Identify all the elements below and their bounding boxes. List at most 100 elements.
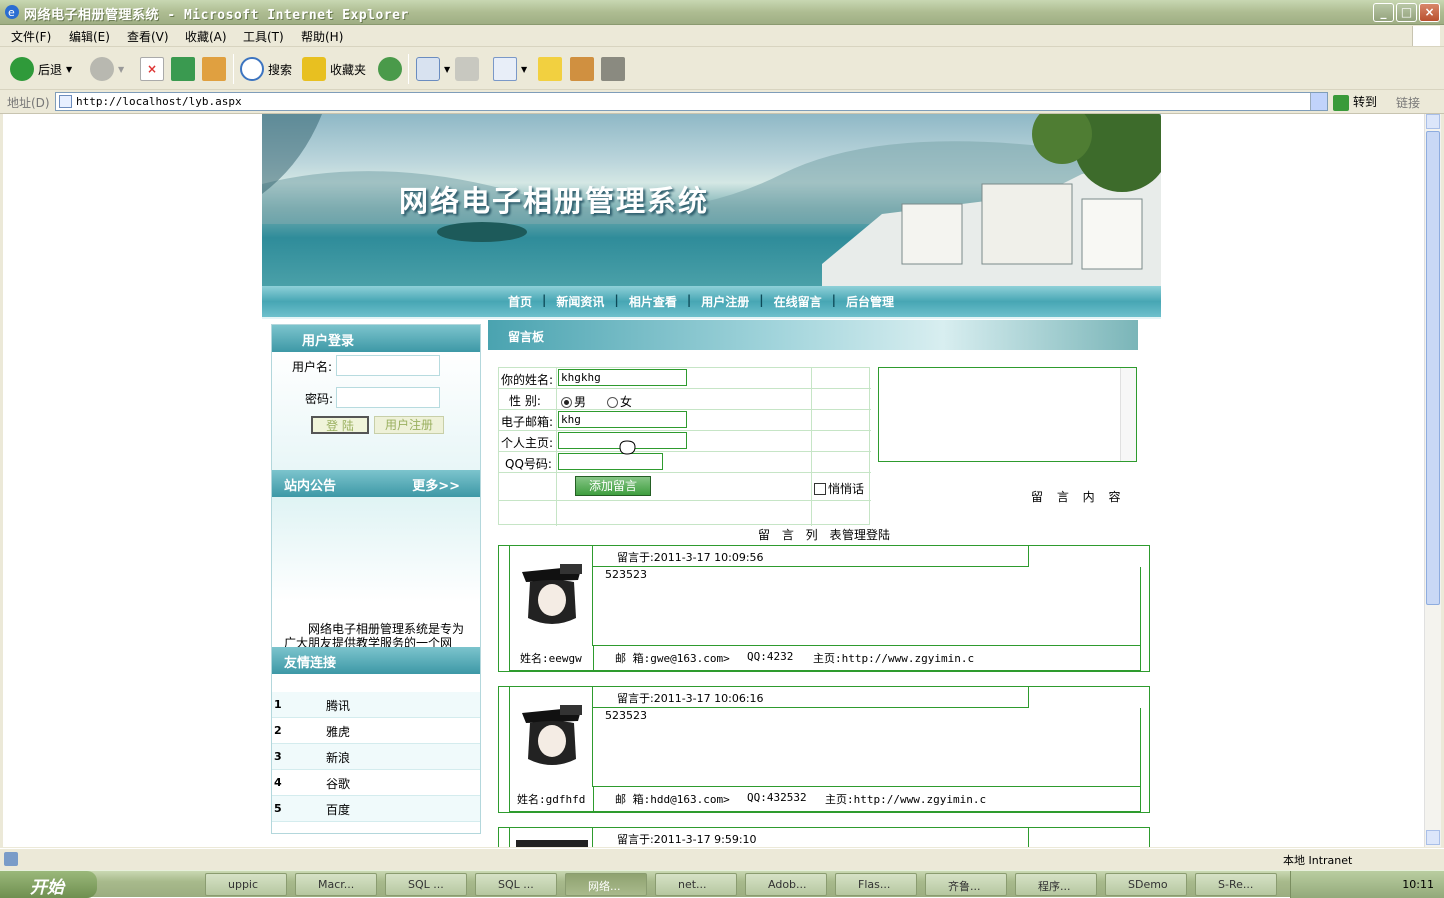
hand-cursor-icon	[619, 440, 636, 455]
print-button[interactable]	[455, 56, 479, 82]
word-icon	[493, 57, 517, 81]
checkbox-icon	[814, 483, 826, 495]
friendlinks-header: 友情连接	[272, 647, 480, 674]
title-bar[interactable]: e 网络电子相册管理系统 - Microsoft Internet Explor…	[0, 0, 1444, 25]
close-button[interactable]: ×	[1419, 3, 1440, 22]
login-button[interactable]: 登 陆	[311, 416, 369, 434]
site-banner: 网络电子相册管理系统	[262, 114, 1161, 286]
menu-view[interactable]: 查看(V)	[127, 28, 169, 45]
menu-favorites[interactable]: 收藏(A)	[185, 28, 227, 45]
task-button[interactable]: net...	[655, 873, 737, 896]
message-time: 留言于:2011-3-17 10:06:16	[617, 692, 764, 705]
male-radio[interactable]: 男	[561, 393, 586, 410]
stop-icon: ×	[140, 57, 164, 81]
list-item[interactable]: 3 新浪	[272, 744, 480, 770]
nav-home[interactable]: 首页	[498, 293, 542, 310]
nav-guestbook[interactable]: 在线留言	[764, 293, 832, 310]
task-button[interactable]: 齐鲁...	[925, 873, 1007, 896]
task-button[interactable]: SDemo	[1105, 873, 1187, 896]
menu-edit[interactable]: 编辑(E)	[69, 28, 110, 45]
message-email: 邮 箱:gwe@163.com>	[615, 652, 730, 665]
menu-file[interactable]: 文件(F)	[11, 28, 51, 45]
scroll-thumb[interactable]	[1426, 131, 1440, 605]
page-status-icon	[4, 852, 18, 866]
taskbar: 开始 uppic Macr... SQL ... SQL ... 网络... n…	[0, 870, 1444, 898]
add-message-button[interactable]: 添加留言	[575, 476, 651, 496]
task-button[interactable]: 程序...	[1015, 873, 1097, 896]
female-radio[interactable]: 女	[607, 393, 632, 410]
admin-login-link[interactable]: 管理登陆	[842, 526, 890, 543]
favorites-button[interactable]: 收藏夹	[302, 56, 366, 82]
links-button[interactable]: 链接	[1396, 94, 1420, 111]
message-homepage[interactable]: 主页:http://www.zgyimin.c	[813, 650, 974, 666]
content-label: 留 言 内 容	[1031, 490, 1126, 504]
name-input[interactable]: khgkhg	[558, 369, 687, 386]
nav-admin[interactable]: 后台管理	[836, 293, 904, 310]
avatar-image	[516, 558, 588, 630]
search-button[interactable]: 搜索	[240, 56, 292, 82]
register-button[interactable]: 用户注册	[374, 416, 444, 434]
scroll-up-icon[interactable]	[1426, 114, 1440, 129]
avatar	[509, 828, 593, 847]
start-button[interactable]: 开始	[0, 871, 97, 898]
go-button[interactable]: 转到	[1333, 93, 1377, 111]
list-item[interactable]: 5 百度	[272, 796, 480, 822]
messenger-button[interactable]	[601, 56, 625, 82]
history-button[interactable]	[378, 56, 402, 82]
scroll-down-icon[interactable]	[1426, 830, 1440, 845]
stop-button[interactable]: ×	[140, 56, 164, 82]
menu-help[interactable]: 帮助(H)	[301, 28, 343, 45]
list-item[interactable]: 1 腾讯	[272, 692, 480, 718]
message-time: 留言于:2011-3-17 9:59:10	[617, 833, 757, 846]
list-item[interactable]: 4 谷歌	[272, 770, 480, 796]
discuss-button[interactable]	[538, 56, 562, 82]
maximize-button[interactable]: □	[1396, 3, 1417, 22]
search-icon	[240, 57, 264, 81]
web-page: 网络电子相册管理系统 首页 | 新闻资讯 | 相片查看 | 用户注册 | 在线留言 | 后…	[262, 114, 1161, 847]
avatar	[509, 687, 593, 787]
textarea-scrollbar[interactable]	[1120, 368, 1136, 461]
nav-news[interactable]: 新闻资讯	[546, 293, 614, 310]
status-bar: 本地 Intranet	[0, 848, 1444, 870]
refresh-button[interactable]	[171, 56, 195, 82]
friendlinks-list: 1 腾讯 2 雅虎 3 新浪 4 谷歌 5 百度	[272, 692, 480, 822]
notice-header: 站内公告 更多>>	[272, 470, 480, 497]
window-title: 网络电子相册管理系统 - Microsoft Internet Explorer	[24, 8, 409, 23]
task-button[interactable]: Macr...	[295, 873, 377, 896]
task-button[interactable]: Adob...	[745, 873, 827, 896]
task-button[interactable]: uppic	[205, 873, 287, 896]
task-button[interactable]: 网络...	[565, 873, 647, 896]
ie-logo-icon: e	[5, 5, 19, 19]
email-input[interactable]: khg	[558, 411, 687, 428]
menu-tools[interactable]: 工具(T)	[243, 28, 284, 45]
address-input[interactable]: http://localhost/lyb.aspx	[55, 92, 1328, 111]
task-button[interactable]: SQL ...	[385, 873, 467, 896]
address-bar: 地址(D) http://localhost/lyb.aspx 转到 链接	[0, 90, 1444, 114]
nav-photos[interactable]: 相片查看	[619, 293, 687, 310]
minimize-button[interactable]: _	[1373, 3, 1394, 22]
home-button[interactable]	[202, 56, 226, 82]
nav-register[interactable]: 用户注册	[691, 293, 759, 310]
qq-input[interactable]	[558, 453, 663, 470]
security-zone: 本地 Intranet	[1283, 854, 1353, 867]
task-button[interactable]: Flas...	[835, 873, 917, 896]
chevron-down-icon[interactable]	[1310, 93, 1327, 110]
back-button[interactable]: 后退 ▼	[10, 56, 72, 82]
private-checkbox[interactable]: 悄悄话	[814, 480, 864, 497]
password-input[interactable]	[336, 387, 440, 408]
message-homepage[interactable]: 主页:http://www.zgyimin.c	[825, 791, 986, 807]
list-item[interactable]: 2 雅虎	[272, 718, 480, 744]
page-scrollbar[interactable]	[1424, 114, 1441, 847]
forward-button[interactable]: ▼	[90, 56, 124, 82]
research-button[interactable]	[570, 56, 594, 82]
message-content-textarea[interactable]	[878, 367, 1137, 462]
address-label: 地址(D)	[7, 96, 50, 110]
qq-label: QQ号码:	[505, 457, 552, 471]
notice-more-link[interactable]: 更多>>	[412, 475, 460, 494]
username-input[interactable]	[336, 355, 440, 376]
mail-button[interactable]: ▼	[416, 56, 450, 82]
task-button[interactable]: SQL ...	[475, 873, 557, 896]
edit-button[interactable]: ▼	[493, 56, 527, 82]
film-icon	[601, 57, 625, 81]
task-button[interactable]: S-Re...	[1195, 873, 1277, 896]
